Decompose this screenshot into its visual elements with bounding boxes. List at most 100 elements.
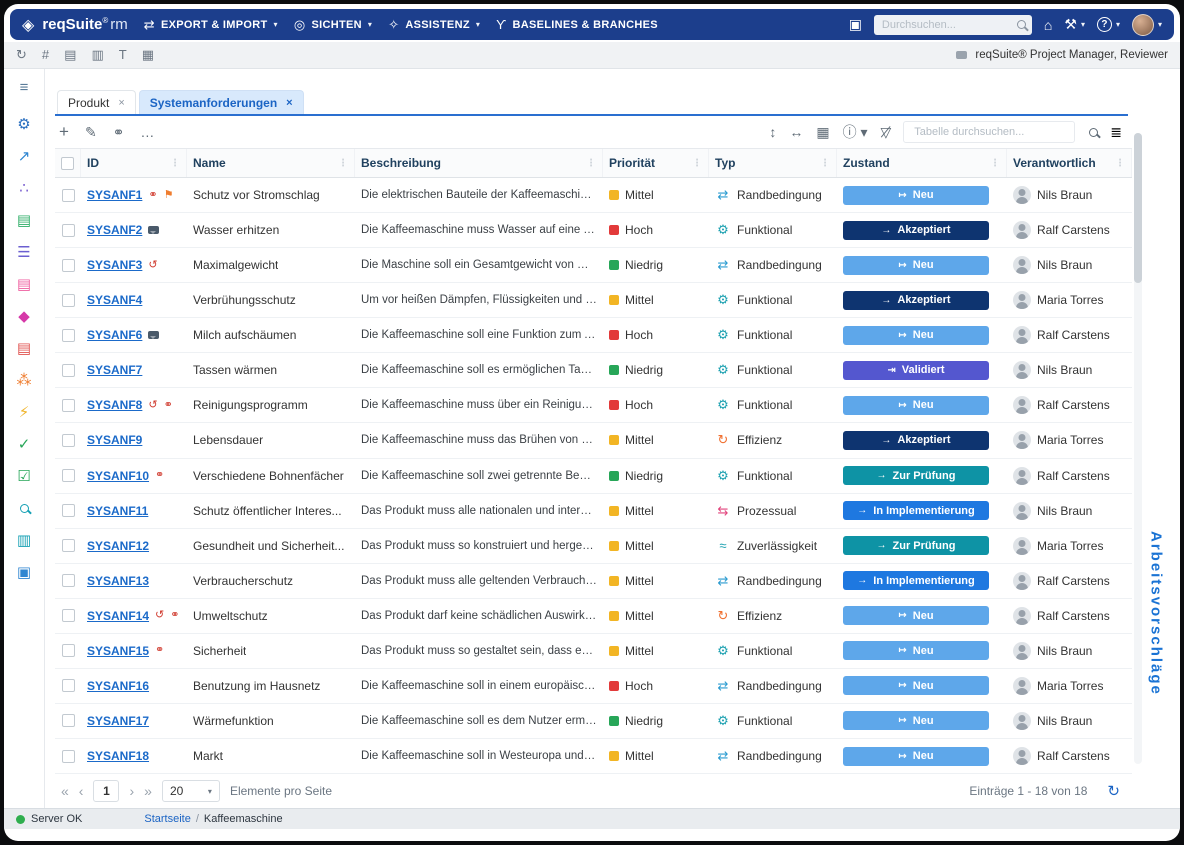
- requirement-id-link[interactable]: SYSANF16: [87, 679, 149, 693]
- prev-page-button[interactable]: ‹: [79, 783, 84, 799]
- document-icon[interactable]: ▥: [91, 47, 103, 63]
- table-row[interactable]: SYSANF17 Wärmefunktion Die Kaffeemaschin…: [55, 704, 1132, 739]
- state-badge[interactable]: ↦ Neu: [843, 676, 989, 696]
- vertical-scrollbar[interactable]: [1134, 133, 1142, 764]
- column-grip-icon[interactable]: ⋮: [338, 158, 348, 169]
- row-checkbox[interactable]: [61, 469, 75, 483]
- last-page-button[interactable]: »: [144, 783, 152, 799]
- requirement-id-link[interactable]: SYSANF1: [87, 188, 142, 202]
- state-badge[interactable]: ↦ Neu: [843, 606, 989, 626]
- filter-remove-icon[interactable]: ▽̸: [880, 124, 891, 141]
- requirement-id-link[interactable]: SYSANF17: [87, 714, 149, 728]
- table-row[interactable]: SYSANF3 ↺ Maximalgewicht Die Maschine sol…: [55, 248, 1132, 284]
- column-grip-icon[interactable]: ⋮: [990, 158, 1000, 169]
- column-header-id[interactable]: ID ⋮: [81, 149, 187, 177]
- row-checkbox[interactable]: [61, 644, 75, 658]
- requirement-id-link[interactable]: SYSANF13: [87, 574, 149, 588]
- requirement-id-link[interactable]: SYSANF18: [87, 749, 149, 763]
- table-row[interactable]: SYSANF6 Milch aufschäumen Die Kaffeemasc…: [55, 318, 1132, 354]
- column-header-zustand[interactable]: Zustand ⋮: [837, 149, 1007, 177]
- app-logo[interactable]: ◈ reqSuite® rm: [10, 15, 128, 35]
- table-row[interactable]: SYSANF4 Verbrühungsschutz Um vor heißen …: [55, 283, 1132, 319]
- table-row[interactable]: SYSANF8 ↺ ⚭ Reinigungsprogramm Die Kaffeem…: [55, 388, 1132, 424]
- requirement-id-link[interactable]: SYSANF12: [87, 539, 149, 553]
- sidebar-shapes-icon[interactable]: ◆: [12, 305, 36, 327]
- row-checkbox[interactable]: [61, 574, 75, 588]
- state-badge[interactable]: ⇥ Validiert: [843, 360, 989, 380]
- sidebar-book-icon[interactable]: ▣: [12, 561, 36, 583]
- tab-produkt[interactable]: Produkt ×: [57, 90, 136, 114]
- requirement-id-link[interactable]: SYSANF14: [87, 609, 149, 623]
- state-badge[interactable]: → In Implementierung: [843, 501, 989, 521]
- current-page[interactable]: 1: [93, 780, 120, 802]
- help-menu[interactable]: ? ▾: [1096, 17, 1120, 32]
- row-checkbox[interactable]: [61, 258, 75, 272]
- info-menu-icon[interactable]: ⓘ ▾: [843, 122, 868, 142]
- column-header-name[interactable]: Name ⋮: [187, 149, 355, 177]
- table-row[interactable]: SYSANF2 Wasser erhitzen Die Kaffeemaschi…: [55, 213, 1132, 249]
- sidebar-settings-icon[interactable]: ⚙: [12, 113, 36, 135]
- sidebar-model-icon[interactable]: ∴: [12, 177, 36, 199]
- sidebar-team-icon[interactable]: ⁂: [12, 369, 36, 391]
- table-search-input[interactable]: [912, 125, 1067, 139]
- row-checkbox[interactable]: [61, 188, 75, 202]
- requirement-id-link[interactable]: SYSANF15: [87, 644, 149, 658]
- table-row[interactable]: SYSANF15 ⚭ Sicherheit Das Produkt muss so…: [55, 634, 1132, 669]
- column-header-typ[interactable]: Typ ⋮: [709, 149, 837, 177]
- sidebar-list-icon[interactable]: ☰: [12, 241, 36, 263]
- requirement-id-link[interactable]: SYSANF3: [87, 258, 142, 272]
- device-icon[interactable]: ▣: [849, 16, 862, 33]
- sidebar-document-pink-icon[interactable]: ▤: [12, 273, 36, 295]
- column-grip-icon[interactable]: ⋮: [692, 158, 702, 169]
- refresh-icon[interactable]: ↻: [1107, 782, 1120, 800]
- table-row[interactable]: SYSANF7 Tassen wärmen Die Kaffeemaschine…: [55, 353, 1132, 389]
- table-search[interactable]: [903, 121, 1076, 143]
- state-badge[interactable]: ↦ Neu: [843, 746, 989, 766]
- page-size-select[interactable]: 20 ▾: [161, 780, 220, 802]
- first-page-button[interactable]: «: [61, 783, 69, 799]
- row-checkbox[interactable]: [61, 223, 75, 237]
- report-icon[interactable]: ▤: [64, 47, 76, 63]
- row-checkbox[interactable]: [61, 398, 75, 412]
- row-checkbox[interactable]: [61, 539, 75, 553]
- table-settings-icon[interactable]: ≣: [1110, 124, 1122, 141]
- link-icon[interactable]: ⚭: [113, 124, 125, 141]
- table-row[interactable]: SYSANF9 Lebensdauer Die Kaffeemaschine m…: [55, 423, 1132, 459]
- state-badge[interactable]: ↦ Neu: [843, 641, 989, 661]
- column-grip-icon[interactable]: ⋮: [170, 158, 180, 169]
- row-checkbox[interactable]: [61, 504, 75, 518]
- close-icon[interactable]: ×: [286, 97, 292, 109]
- state-badge[interactable]: ↦ Neu: [843, 325, 989, 345]
- table-row[interactable]: SYSANF11 Schutz öffentlicher Interes... …: [55, 494, 1132, 529]
- tools-menu[interactable]: ⚒ ▾: [1064, 16, 1085, 33]
- text-tool-icon[interactable]: T: [119, 47, 127, 63]
- sidebar-document-green-icon[interactable]: ▤: [12, 209, 36, 231]
- requirement-id-link[interactable]: SYSANF9: [87, 433, 142, 447]
- requirement-id-link[interactable]: SYSANF11: [87, 504, 148, 518]
- state-badge[interactable]: ↦ Neu: [843, 395, 989, 415]
- grid-columns-icon[interactable]: ▦: [816, 124, 829, 141]
- global-search-input[interactable]: [879, 17, 1017, 32]
- sidebar-checklist-icon[interactable]: ☑: [12, 465, 36, 487]
- table-row[interactable]: SYSANF13 Verbraucherschutz Das Produkt m…: [55, 564, 1132, 599]
- menu-sichten[interactable]: ◎ SICHTEN ▾: [294, 17, 372, 33]
- hierarchy-icon[interactable]: #: [42, 47, 49, 63]
- menu-baselines-branches[interactable]: ϒ BASELINES & BRANCHES: [496, 17, 658, 32]
- sidebar-check-icon[interactable]: ✓: [12, 433, 36, 455]
- row-checkbox[interactable]: [61, 363, 75, 377]
- menu-export-import[interactable]: ⇄ EXPORT & IMPORT ▾: [144, 17, 278, 33]
- table-row[interactable]: SYSANF10 ⚭ Verschiedene Bohnenfächer Die …: [55, 459, 1132, 494]
- table-row[interactable]: SYSANF18 Markt Die Kaffeemaschine soll i…: [55, 739, 1132, 775]
- row-checkbox[interactable]: [61, 433, 75, 447]
- row-height-icon[interactable]: ↕: [769, 124, 776, 140]
- global-search[interactable]: [873, 14, 1032, 35]
- row-checkbox[interactable]: [61, 293, 75, 307]
- state-badge[interactable]: → Zur Prüfung: [843, 466, 989, 486]
- column-grip-icon[interactable]: ⋮: [820, 158, 830, 169]
- sidebar-search-icon[interactable]: [12, 497, 36, 519]
- tab-systemanforderungen[interactable]: Systemanforderungen ×: [138, 90, 304, 114]
- home-button[interactable]: ⌂: [1044, 17, 1052, 33]
- sidebar-menu-icon[interactable]: ≡: [12, 76, 36, 98]
- more-options-icon[interactable]: …: [140, 124, 154, 140]
- add-icon[interactable]: +: [59, 122, 69, 142]
